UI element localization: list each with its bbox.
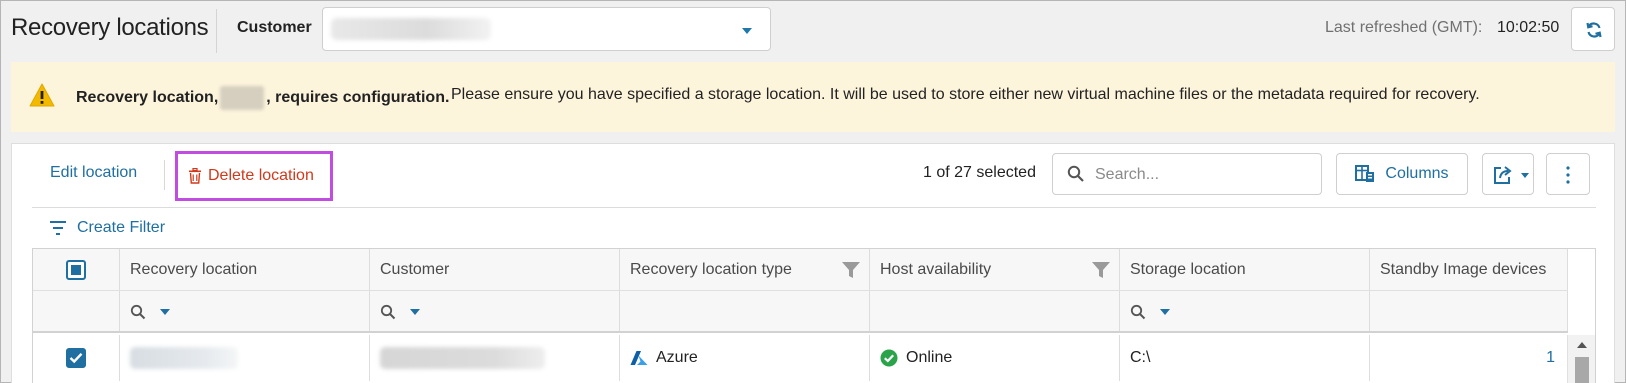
column-header-storage-location[interactable]: Storage location [1120,249,1370,290]
trash-icon [189,168,201,184]
edit-location-button[interactable]: Edit location [50,164,137,182]
export-button[interactable] [1482,153,1534,195]
columns-icon [1355,165,1375,182]
recovery-locations-panel: Edit location Delete location 1 of 27 se… [11,143,1615,383]
banner-heading: Recovery location, , requires configurat… [76,86,449,110]
create-filter-label: Create Filter [77,219,166,236]
header-bar: Recovery locations Customer Last refresh… [1,1,1625,57]
redacted-location-name [220,86,265,110]
funnel-icon[interactable] [1091,260,1111,280]
row-select-cell [33,335,120,381]
columns-label: Columns [1385,165,1449,182]
refresh-icon [1586,22,1602,38]
column-header-label: Recovery location type [630,260,792,278]
column-header-label: Host availability [880,260,992,278]
filter-cell [870,291,1120,331]
filter-cell [1120,291,1370,331]
column-header-label: Recovery location [130,260,258,278]
chevron-down-icon [160,309,170,315]
header-divider [216,9,217,53]
selection-count: 1 of 27 selected [923,164,1036,181]
column-header-standby-image-devices[interactable]: Standby Image devices [1370,249,1568,290]
search-icon [130,304,146,320]
cell-recovery-location [120,335,370,381]
host-availability-value: Online [906,349,953,366]
banner-message: Please ensure you have specified a stora… [451,86,1480,103]
search-icon [1067,165,1084,182]
azure-icon [630,351,648,365]
scroll-up-arrow-icon[interactable] [1577,342,1587,348]
select-all-cell [33,249,120,290]
checkmark-icon [69,352,83,364]
row-checkbox[interactable] [66,348,86,368]
chevron-down-icon [1160,309,1170,315]
kebab-menu-icon [1566,166,1570,184]
recovery-location-type-value: Azure [656,349,698,366]
chevron-down-icon [742,28,752,34]
funnel-icon[interactable] [841,260,861,280]
warning-icon [29,83,55,107]
banner-heading-prefix: Recovery location, [76,89,219,106]
select-all-checkbox[interactable] [66,260,86,280]
cell-standby-image-devices: 1 [1370,335,1568,381]
scrollbar-thumb[interactable] [1575,357,1589,383]
redacted-customer [380,347,545,369]
filter-lines-icon [50,221,66,235]
configuration-warning-banner: Recovery location, , requires configurat… [11,62,1615,132]
storage-location-value: C:\ [1130,349,1151,366]
column-header-customer[interactable]: Customer [370,249,620,290]
search-box[interactable] [1052,153,1322,195]
customer-select-value [331,18,491,40]
online-check-icon [880,349,898,367]
cell-recovery-location-type: Azure [620,335,870,381]
delete-location-label: Delete location [208,167,314,184]
column-header-recovery-location[interactable]: Recovery location [120,249,370,290]
column-search-dropdown[interactable] [380,304,420,320]
search-icon [1130,304,1146,320]
columns-button[interactable]: Columns [1336,153,1468,195]
column-header-label: Customer [380,260,450,278]
search-input[interactable] [1095,163,1305,187]
cell-storage-location: C:\ [1120,335,1370,381]
grid-filter-row [33,291,1568,333]
last-refreshed-label: Last refreshed (GMT): [1325,19,1483,36]
column-header-recovery-location-type[interactable]: Recovery location type [620,249,870,290]
column-header-host-availability[interactable]: Host availability [870,249,1120,290]
grid-vertical-scrollbar[interactable] [1567,335,1595,383]
customer-select[interactable] [322,7,771,51]
refresh-button[interactable] [1571,7,1615,51]
filter-cell [370,291,620,331]
cell-customer [370,335,620,381]
chevron-down-icon [1521,173,1529,178]
last-refreshed-time: 10:02:50 [1497,19,1560,36]
grid-header-row: Recovery location Customer Recovery loca… [33,249,1568,291]
export-icon [1494,166,1512,184]
create-filter-button[interactable]: Create Filter [49,219,165,237]
column-search-dropdown[interactable] [130,304,170,320]
column-search-dropdown[interactable] [1130,304,1170,320]
table-row[interactable]: Azure Online C:\ 1 [33,335,1568,381]
recovery-locations-grid: Recovery location Customer Recovery loca… [32,248,1596,383]
filter-cell [120,291,370,331]
standby-image-devices-link[interactable]: 1 [1546,349,1555,367]
cell-host-availability: Online [870,335,1120,381]
toolbar-separator [32,207,1596,208]
redacted-recovery-location [130,347,238,369]
column-header-label: Storage location [1130,260,1246,278]
more-options-button[interactable] [1546,153,1590,195]
chevron-down-icon [410,309,420,315]
filter-cell [1370,291,1568,331]
toolbar-divider [164,160,165,190]
filter-cell [33,291,120,331]
search-icon [380,304,396,320]
banner-heading-suffix: , requires configuration. [266,89,450,106]
page-title: Recovery locations [11,14,209,41]
delete-location-button[interactable]: Delete location [175,151,333,201]
filter-cell [620,291,870,331]
customer-label: Customer [237,19,312,36]
column-header-label: Standby Image devices [1380,260,1547,278]
